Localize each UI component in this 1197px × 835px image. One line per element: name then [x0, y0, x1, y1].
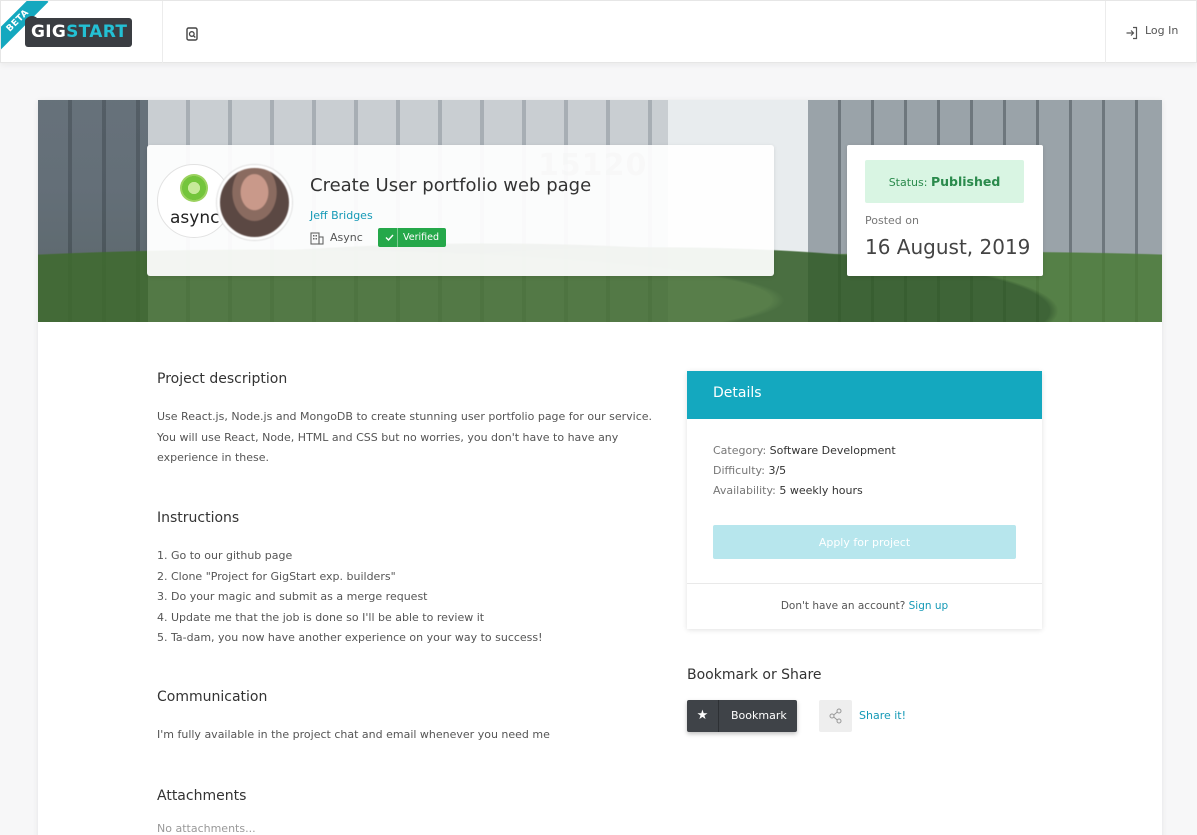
company-logo-icon	[180, 174, 208, 202]
description-line: experience in these.	[157, 451, 270, 464]
difficulty-row: Difficulty: 3/5	[713, 464, 786, 477]
description-line: You will use React, Node, HTML and CSS b…	[157, 430, 619, 444]
share-link[interactable]: Share it!	[859, 709, 906, 722]
category-label: Category:	[713, 444, 767, 457]
description-text: Use React.js, Node.js and MongoDB to cre…	[157, 407, 652, 469]
company-logo-text: async	[170, 208, 220, 228]
category-row: Category: Software Development	[713, 444, 896, 457]
bookmark-share-heading: Bookmark or Share	[687, 667, 822, 683]
login-label: Log In	[1145, 24, 1179, 37]
verified-badge: Verified	[378, 228, 446, 247]
building-icon	[310, 230, 324, 245]
status-label: Status:	[888, 176, 928, 189]
posted-date: 16 August, 2019	[865, 235, 1031, 259]
signup-prompt: Don't have an account? Sign up	[687, 600, 1042, 612]
attachments-empty-text: No attachments...	[157, 822, 256, 835]
owner-name-link[interactable]: Jeff Bridges	[310, 209, 373, 222]
availability-value: 5 weekly hours	[779, 484, 863, 497]
top-navbar: BETA GIGSTART Log In	[0, 0, 1197, 63]
communication-text: I'm fully available in the project chat …	[157, 728, 550, 741]
login-button[interactable]: Log In	[1105, 1, 1196, 63]
instruction-item: 3. Do your magic and submit as a merge r…	[157, 590, 428, 603]
owner-avatar[interactable]	[217, 165, 292, 240]
search-icon[interactable]	[184, 26, 200, 42]
star-icon: ★	[687, 700, 719, 732]
apply-for-project-button[interactable]: Apply for project	[713, 525, 1016, 559]
difficulty-value: 3/5	[768, 464, 787, 477]
logo-text-gig: GIG	[31, 22, 67, 42]
share-icon[interactable]	[819, 700, 852, 732]
instructions-list: 1. Go to our github page 2. Clone "Proje…	[157, 546, 543, 649]
availability-label: Availability:	[713, 484, 776, 497]
attachments-heading: Attachments	[157, 788, 247, 804]
status-badge: Status: Published	[865, 160, 1024, 203]
signup-link[interactable]: Sign up	[909, 600, 949, 612]
posted-on-label: Posted on	[865, 214, 919, 227]
project-title: Create User portfolio web page	[310, 175, 592, 196]
bookmark-label: Bookmark	[731, 709, 787, 722]
instruction-item: 5. Ta-dam, you now have another experien…	[157, 631, 543, 644]
category-value: Software Development	[769, 444, 896, 457]
communication-heading: Communication	[157, 689, 268, 705]
bookmark-button[interactable]: ★ Bookmark	[687, 700, 797, 732]
description-line: Use React.js, Node.js and MongoDB to cre…	[157, 410, 653, 423]
logo-area[interactable]: BETA GIGSTART	[1, 1, 163, 63]
checkmark-icon	[382, 228, 398, 247]
details-heading: Details	[687, 371, 1042, 419]
logo-text-start: START	[66, 22, 128, 42]
instruction-item: 2. Clone "Project for GigStart exp. buil…	[157, 569, 396, 583]
verified-label: Verified	[403, 232, 440, 243]
status-value: Published	[930, 174, 1001, 189]
difficulty-label: Difficulty:	[713, 464, 765, 477]
instruction-item: 1. Go to our github page	[157, 549, 293, 562]
login-icon	[1125, 25, 1139, 40]
availability-row: Availability: 5 weekly hours	[713, 484, 863, 497]
details-divider	[687, 583, 1042, 584]
company-name: Async	[330, 231, 363, 244]
no-account-text: Don't have an account?	[780, 600, 906, 612]
instructions-heading: Instructions	[157, 510, 240, 526]
description-heading: Project description	[157, 371, 288, 387]
gigstart-logo: GIGSTART	[31, 22, 127, 42]
instruction-item: 4. Update me that the job is done so I'l…	[157, 610, 485, 624]
